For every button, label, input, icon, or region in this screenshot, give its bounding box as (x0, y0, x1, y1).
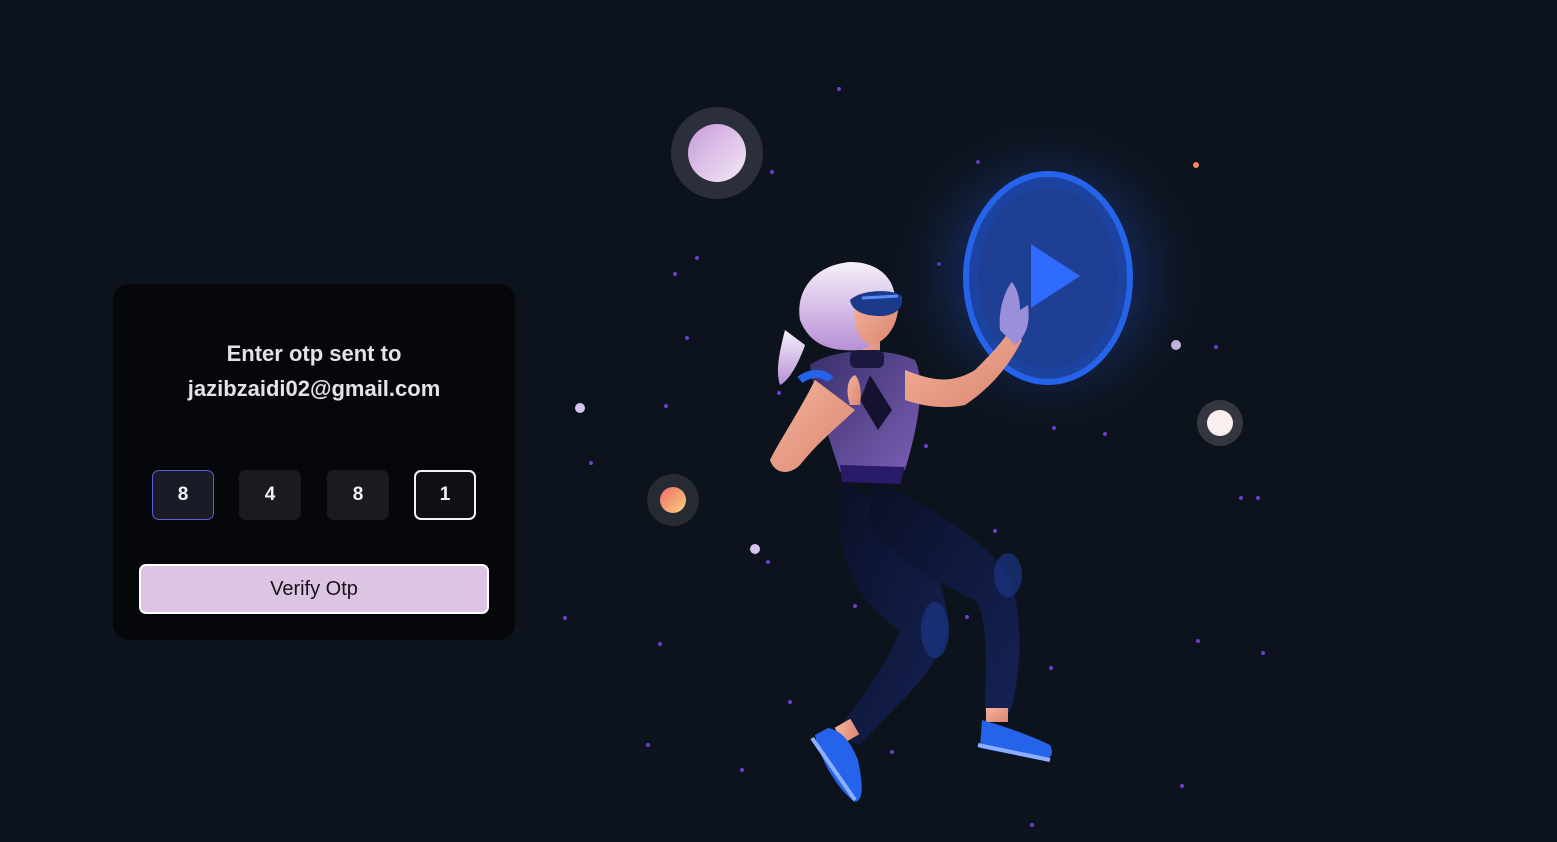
otp-card: Enter otp sent to jazibzaidi02@gmail.com… (113, 284, 515, 640)
play-icon (963, 171, 1133, 385)
otp-digit-2[interactable]: 4 (239, 470, 301, 520)
otp-digit-3[interactable]: 8 (327, 470, 389, 520)
otp-heading: Enter otp sent to jazibzaidi02@gmail.com (113, 336, 515, 406)
planet-large (671, 107, 763, 199)
otp-digit-4[interactable]: 1 (414, 470, 476, 520)
planet-orange (647, 474, 699, 526)
vr-woman-illustration (563, 87, 1265, 827)
otp-page: Enter otp sent to jazibzaidi02@gmail.com… (0, 0, 1557, 842)
planet-white (1197, 400, 1243, 446)
verify-otp-button[interactable]: Verify Otp (139, 564, 489, 614)
otp-heading-email: jazibzaidi02@gmail.com (187, 376, 441, 401)
otp-heading-line1: Enter otp sent to (226, 341, 402, 366)
otp-digit-1[interactable]: 8 (152, 470, 214, 520)
orange-star (1193, 162, 1199, 168)
